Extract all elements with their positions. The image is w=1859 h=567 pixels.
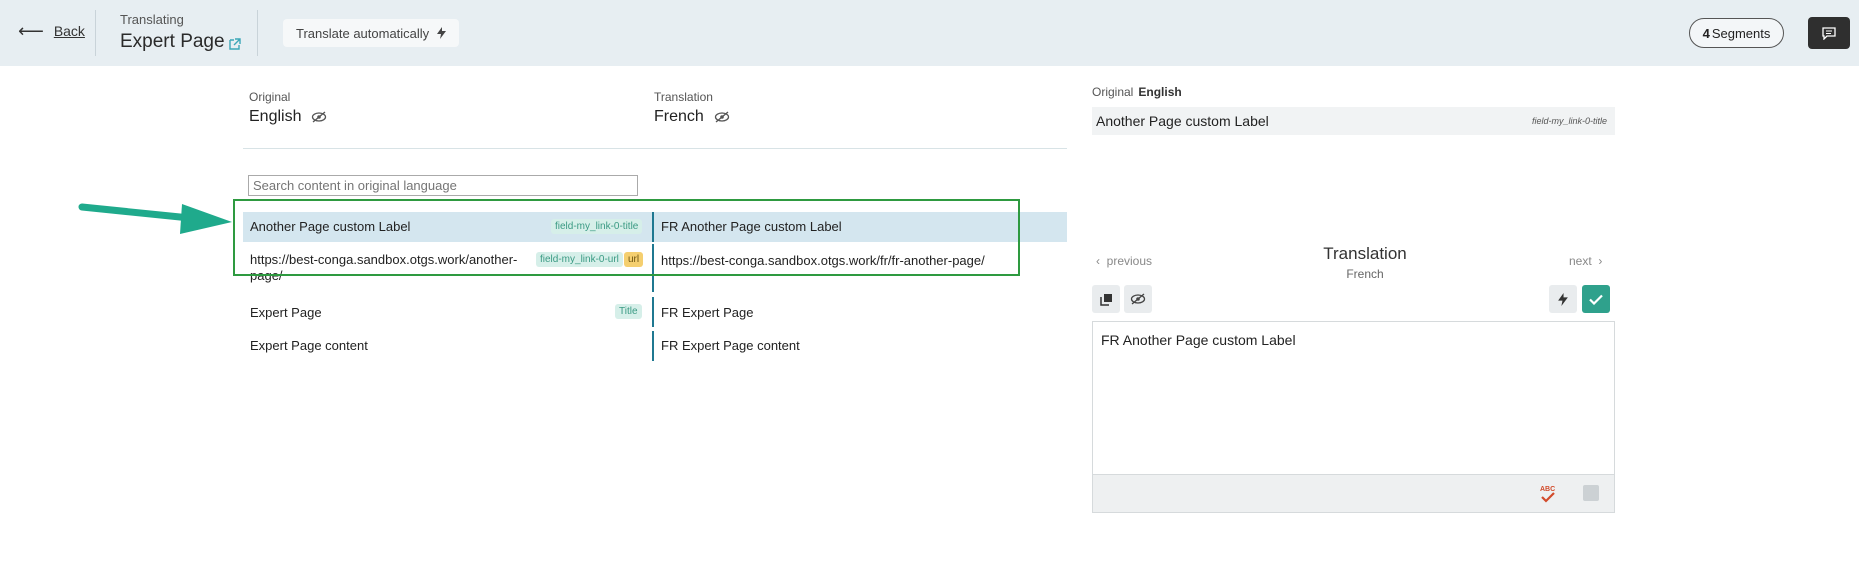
right-original-label: Original [1092,85,1134,99]
segment-source-line1: https://best-conga.sandbox.otgs.work/ano… [250,252,518,267]
svg-text:ABC: ABC [1540,486,1555,493]
spellcheck-icon[interactable]: ABC [1539,483,1557,505]
annotation-arrow-icon [78,203,232,234]
segments-label: Segments [1711,25,1771,41]
back-label: Back [53,23,85,39]
image-icon[interactable] [1583,485,1599,501]
segment-tag: field-my_link-0-url [536,252,623,267]
translation-editor-text[interactable]: FR Another Page custom Label [1101,332,1296,348]
translation-editor[interactable]: FR Another Page custom Label ABC [1092,321,1615,513]
segment-target: FR Expert Page content [661,338,800,353]
editor-footer: ABC [1093,474,1614,512]
translation-lang: French [1346,267,1384,281]
previous-button[interactable]: ‹ previous [1096,254,1152,268]
segment-target: https://best-conga.sandbox.otgs.work/fr/… [661,253,985,268]
segments-count: 4 [1702,25,1710,41]
eye-slash-icon[interactable] [311,111,327,123]
next-label: next [1569,254,1592,268]
segment-target: FR Expert Page [661,305,754,320]
auto-translate-segment-button[interactable] [1549,285,1577,313]
previous-label: previous [1106,254,1153,268]
translate-automatically-label: Translate automatically [296,25,430,41]
search-input[interactable] [248,175,638,196]
segment-tag: Title [615,304,642,319]
translation-column-label: Translation [654,90,713,104]
chevron-left-icon: ‹ [1096,254,1100,268]
segment-row[interactable]: https://best-conga.sandbox.otgs.work/ano… [243,244,1067,292]
top-bar: ⟵ Back Translating Expert Page Translate… [0,0,1859,66]
translation-language-text: French [654,108,704,125]
comment-icon [1822,26,1836,40]
segment-source: Expert Page content [250,338,368,353]
segment-row[interactable]: Expert Page Title FR Expert Page [243,297,1067,327]
header-divider [243,148,1067,149]
arrow-left-icon: ⟵ [18,21,44,41]
original-text-box: Another Page custom Label field-my_link-… [1092,107,1615,135]
segment-divider [652,212,654,242]
original-text: Another Page custom Label [1096,113,1269,129]
check-icon [1589,294,1603,305]
segment-tag-url: url [624,252,644,267]
page-title-text: Expert Page [120,31,225,52]
next-button[interactable]: next › [1569,254,1602,268]
segment-divider [652,331,654,361]
translating-label: Translating [120,12,184,27]
segment-tag: field-my_link-0-title [551,219,643,234]
segment-divider [652,244,654,292]
segment-divider [652,297,654,327]
lightning-icon [1558,292,1568,306]
right-original-header: Original English [1092,85,1182,99]
original-column-label: Original [249,90,291,104]
confirm-translation-button[interactable] [1582,285,1610,313]
original-field-name: field-my_link-0-title [1531,116,1607,126]
external-link-icon[interactable] [228,37,242,51]
translation-title: Translation [1323,244,1407,263]
original-language-text: English [249,108,302,125]
page-title: Expert Page [120,31,242,53]
chevron-right-icon: › [1598,254,1603,268]
segment-row[interactable]: Another Page custom Label field-my_link-… [243,212,1067,242]
toggle-visibility-button[interactable] [1124,285,1152,313]
eye-slash-icon[interactable] [714,111,730,123]
translation-language: French [654,108,730,126]
segment-source-line2: page/ [250,268,283,283]
segments-button[interactable]: 4 Segments [1689,18,1784,48]
segment-source: Expert Page [250,305,322,320]
eye-slash-icon [1130,293,1146,305]
segment-target: FR Another Page custom Label [661,219,842,234]
back-button[interactable]: ⟵ Back [18,22,85,40]
lightning-icon [437,27,447,39]
copy-original-button[interactable] [1092,285,1120,313]
segment-source: Another Page custom Label [250,219,411,234]
divider [95,10,96,56]
comment-button[interactable] [1808,17,1850,49]
original-language: English [249,108,327,126]
translate-automatically-button[interactable]: Translate automatically [283,19,460,47]
right-original-lang: English [1138,85,1182,99]
divider [257,10,258,56]
copy-icon [1099,293,1112,306]
segment-row[interactable]: Expert Page content FR Expert Page conte… [243,331,1067,361]
